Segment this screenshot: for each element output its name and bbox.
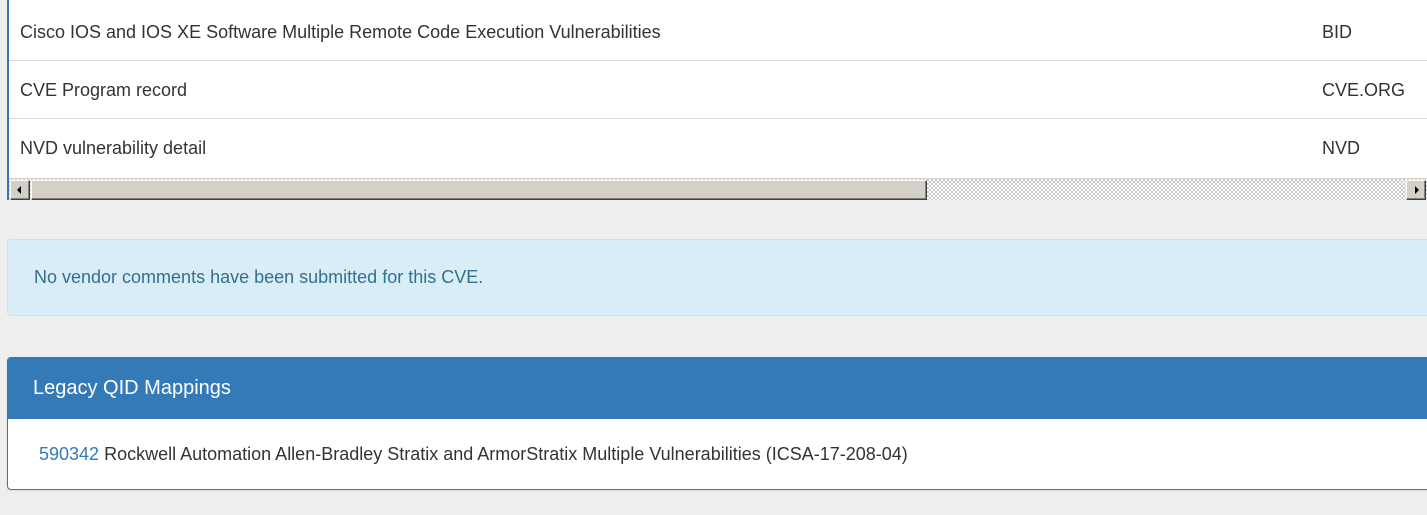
scroll-right-arrow-icon[interactable] <box>1406 180 1426 200</box>
list-item: 590342 Rockwell Automation Allen-Bradley… <box>39 419 1427 489</box>
panel-body: 590342 Rockwell Automation Allen-Bradley… <box>8 419 1427 489</box>
vendor-comments-message: No vendor comments have been submitted f… <box>34 267 484 287</box>
reference-title: Cisco IOS and IOS XE Software Multiple R… <box>20 22 661 42</box>
reference-title: CVE Program record <box>20 80 188 100</box>
references-table: Cisco IOS and IOS XE Software Multiple R… <box>7 0 1427 200</box>
reference-source: BID <box>1322 22 1353 42</box>
vendor-comments-alert: No vendor comments have been submitted f… <box>7 239 1427 316</box>
panel-title: Legacy QID Mappings <box>33 377 231 399</box>
table-row: CVE Program record CVE.ORG <box>9 61 1427 119</box>
legacy-qid-panel: Legacy QID Mappings 590342 Rockwell Auto… <box>7 357 1427 490</box>
horizontal-scrollbar[interactable] <box>9 178 1427 200</box>
reference-source: CVE.ORG <box>1322 80 1406 100</box>
table-row: Cisco IOS and IOS XE Software Multiple R… <box>9 3 1427 61</box>
reference-title: NVD vulnerability detail <box>20 138 207 158</box>
reference-source: NVD <box>1322 138 1361 158</box>
qid-description: Rockwell Automation Allen-Bradley Strati… <box>104 444 908 464</box>
qid-link[interactable]: 590342 <box>39 444 99 464</box>
table-row: NVD vulnerability detail NVD <box>9 119 1427 177</box>
scrollbar-thumb[interactable] <box>31 180 927 200</box>
panel-heading: Legacy QID Mappings <box>8 358 1427 419</box>
scroll-left-arrow-icon[interactable] <box>10 180 30 200</box>
